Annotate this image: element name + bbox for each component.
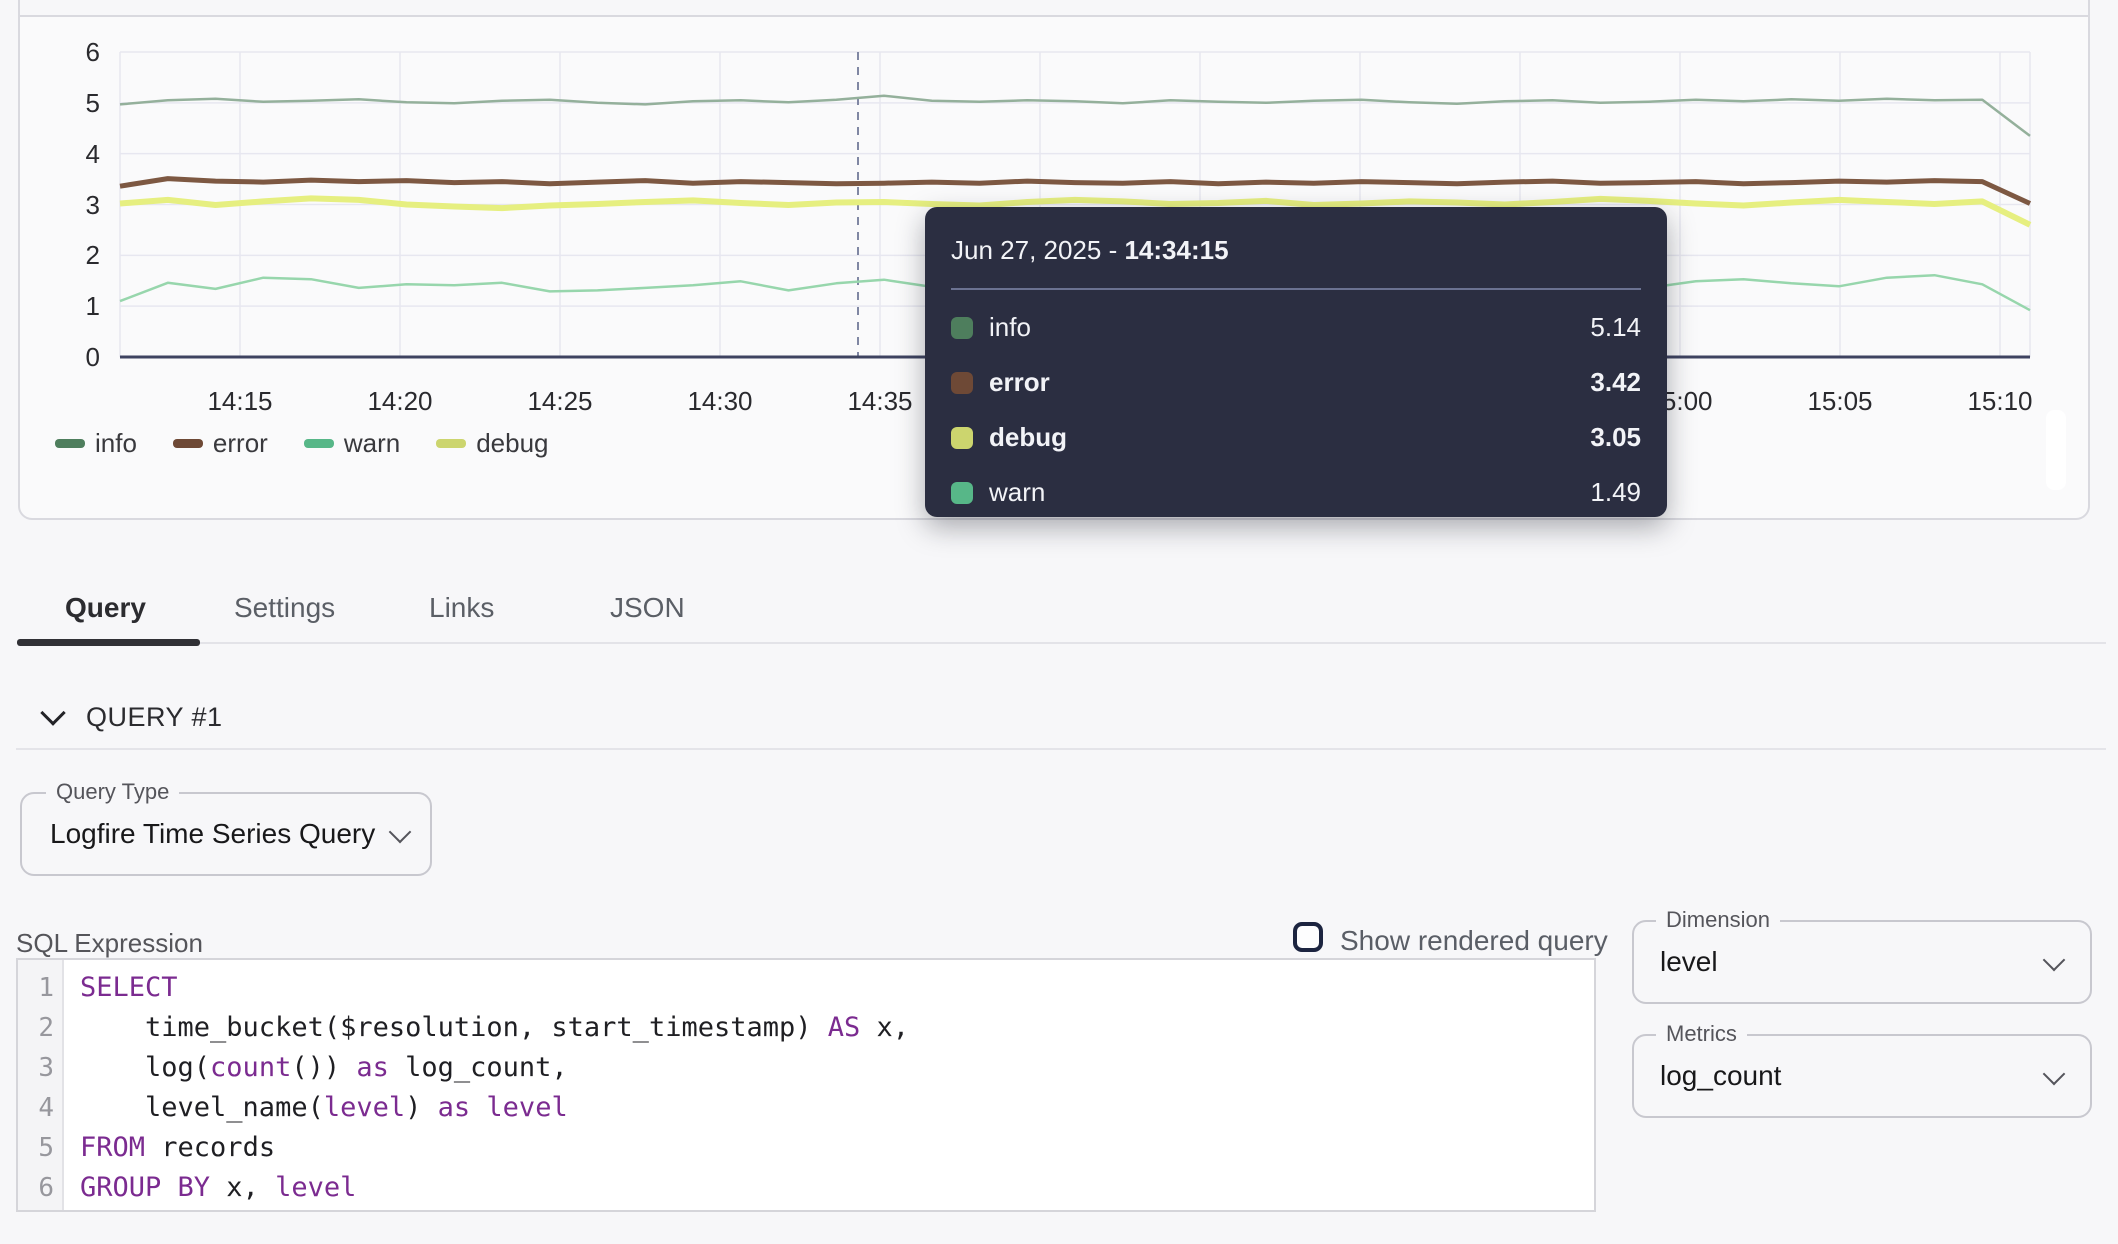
y-tick-label: 4	[30, 139, 100, 169]
panel-editor-page: 0123456 14:1514:2014:2514:3014:3514:4014…	[0, 0, 2118, 1244]
tooltip-row-info: info 5.14	[951, 300, 1641, 355]
metrics-value: log_count	[1660, 1060, 1781, 1092]
legend-swatch-info-icon	[55, 439, 85, 448]
line-number: 5	[18, 1128, 62, 1168]
x-tick-label: 14:25	[490, 386, 630, 417]
tooltip-series-label: warn	[989, 477, 1045, 508]
tab-bar-divider	[17, 642, 2106, 644]
y-tick-label: 6	[30, 37, 100, 67]
x-tick-label: 14:20	[330, 386, 470, 417]
y-tick-label: 2	[30, 240, 100, 270]
tooltip-row-warn: warn 1.49	[951, 465, 1641, 520]
tooltip-divider	[951, 288, 1641, 290]
legend-item-warn[interactable]: warn	[304, 428, 400, 459]
legend-item-error[interactable]: error	[173, 428, 268, 459]
y-tick-label: 1	[30, 291, 100, 321]
sql-code-line: SELECT	[80, 968, 909, 1008]
sql-code-line: GROUP BY x, level	[80, 1168, 909, 1208]
tooltip-swatch-warn-icon	[951, 482, 973, 504]
dimension-value: level	[1660, 946, 1718, 978]
query-type-label: Query Type	[46, 779, 179, 805]
sql-code-line: FROM records	[80, 1128, 909, 1168]
chart-legend: info error warn debug	[55, 428, 549, 459]
sql-expression-label: SQL Expression	[16, 928, 203, 959]
query-type-value: Logfire Time Series Query	[50, 818, 375, 850]
show-rendered-query-label[interactable]: Show rendered query	[1340, 925, 1608, 957]
x-tick-label: 14:30	[650, 386, 790, 417]
scrollbar-thumb[interactable]	[2046, 410, 2066, 490]
tab-links[interactable]: Links	[429, 592, 494, 624]
legend-item-info[interactable]: info	[55, 428, 137, 459]
line-number: 6	[18, 1168, 62, 1208]
y-tick-label: 5	[30, 88, 100, 118]
sql-code-line: level_name(level) as level	[80, 1088, 909, 1128]
tooltip-series-value: 3.42	[1590, 367, 1641, 398]
tooltip-row-error: error 3.42	[951, 355, 1641, 410]
active-tab-underline	[17, 639, 200, 646]
show-rendered-query-checkbox[interactable]	[1293, 922, 1323, 952]
tooltip-series-label: error	[989, 367, 1050, 398]
x-tick-label: 14:15	[170, 386, 310, 417]
metrics-label: Metrics	[1656, 1021, 1747, 1047]
series-line-info	[120, 96, 2030, 136]
y-tick-label: 3	[30, 190, 100, 220]
tooltip-series-value: 5.14	[1590, 312, 1641, 343]
legend-label: warn	[344, 428, 400, 459]
line-number: 3	[18, 1048, 62, 1088]
tooltip-swatch-info-icon	[951, 317, 973, 339]
legend-label: info	[95, 428, 137, 459]
x-tick-label: 15:05	[1770, 386, 1910, 417]
sql-code-line: time_bucket($resolution, start_timestamp…	[80, 1008, 909, 1048]
tooltip-series-label: info	[989, 312, 1031, 343]
dimension-label: Dimension	[1656, 907, 1780, 933]
tooltip-swatch-debug-icon	[951, 427, 973, 449]
legend-swatch-error-icon	[173, 439, 203, 448]
chart-tooltip: Jun 27, 2025 - 14:34:15 info 5.14 error 3.4…	[925, 207, 1667, 517]
tooltip-timestamp: Jun 27, 2025 - 14:34:15	[951, 235, 1641, 266]
tab-settings[interactable]: Settings	[234, 592, 335, 624]
tooltip-series-label: debug	[989, 422, 1067, 453]
sql-line-number-gutter: 123456	[18, 960, 64, 1210]
tooltip-rows: info 5.14 error 3.42 debug 3.05 warn 1.49	[951, 300, 1641, 520]
line-number: 2	[18, 1008, 62, 1048]
collapse-query-chevron-icon[interactable]	[40, 700, 65, 725]
legend-label: debug	[476, 428, 548, 459]
legend-swatch-debug-icon	[436, 439, 466, 448]
legend-swatch-warn-icon	[304, 439, 334, 448]
sql-editor[interactable]: 123456 SELECT time_bucket($resolution, s…	[16, 958, 1596, 1212]
sql-code-line: log(count()) as log_count,	[80, 1048, 909, 1088]
line-number: 1	[18, 968, 62, 1008]
tooltip-swatch-error-icon	[951, 372, 973, 394]
tooltip-row-debug: debug 3.05	[951, 410, 1641, 465]
tooltip-series-value: 1.49	[1590, 477, 1641, 508]
sql-code[interactable]: SELECT time_bucket($resolution, start_ti…	[64, 960, 909, 1210]
tooltip-series-value: 3.05	[1590, 422, 1641, 453]
tab-query[interactable]: Query	[65, 592, 146, 624]
query-section-divider	[16, 748, 2106, 750]
query-section-title: QUERY #1	[86, 702, 223, 733]
legend-item-debug[interactable]: debug	[436, 428, 548, 459]
line-number: 4	[18, 1088, 62, 1128]
y-tick-label: 0	[30, 342, 100, 372]
legend-label: error	[213, 428, 268, 459]
tab-json[interactable]: JSON	[610, 592, 685, 624]
